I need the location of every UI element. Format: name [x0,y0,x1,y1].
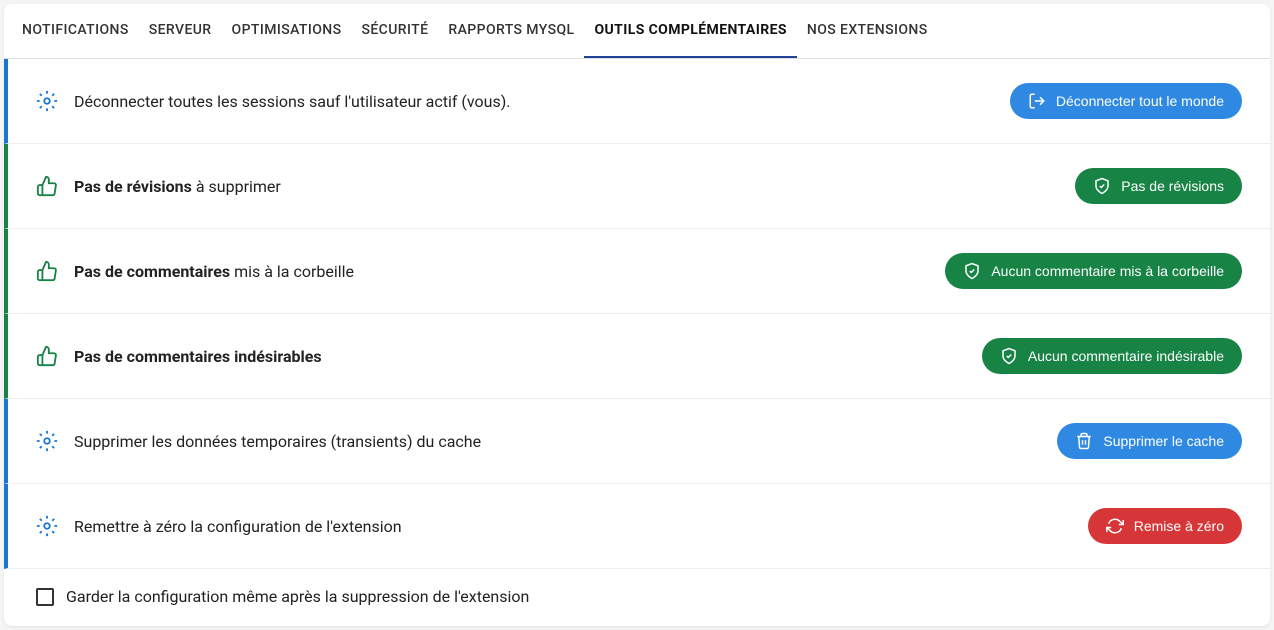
tab-notifications[interactable]: NOTIFICATIONS [12,4,139,58]
row-no-revisions: Pas de révisions à supprimer Pas de révi… [4,144,1270,229]
tabs-nav: NOTIFICATIONS SERVEUR OPTIMISATIONS SÉCU… [4,4,1270,59]
row-text: Déconnecter toutes les sessions sauf l'u… [74,92,1010,111]
button-label: Déconnecter tout le monde [1056,93,1224,109]
gear-icon [36,430,58,452]
tool-rows: Déconnecter toutes les sessions sauf l'u… [4,59,1270,626]
gear-icon [36,90,58,112]
row-no-trash-comments: Pas de commentaires mis à la corbeille A… [4,229,1270,314]
button-label: Aucun commentaire mis à la corbeille [991,263,1224,279]
button-label: Aucun commentaire indésirable [1028,348,1224,364]
row-no-spam-comments: Pas de commentaires indésirables Aucun c… [4,314,1270,399]
thumbs-up-icon [36,175,58,197]
row-text: Pas de révisions à supprimer [74,177,1075,196]
no-trash-comments-button[interactable]: Aucun commentaire mis à la corbeille [945,253,1242,289]
no-spam-comments-button[interactable]: Aucun commentaire indésirable [982,338,1242,374]
row-text-rest: mis à la corbeille [230,262,354,281]
row-clear-transients: Supprimer les données temporaires (trans… [4,399,1270,484]
thumbs-up-icon [36,260,58,282]
clear-cache-button[interactable]: Supprimer le cache [1057,423,1242,459]
disconnect-all-button[interactable]: Déconnecter tout le monde [1010,83,1242,119]
row-keep-config: Garder la configuration même après la su… [4,569,1270,626]
tab-securite[interactable]: SÉCURITÉ [351,4,438,58]
row-disconnect-sessions: Déconnecter toutes les sessions sauf l'u… [4,59,1270,144]
checkbox-wrap: Garder la configuration même après la su… [36,587,529,606]
gear-icon [36,515,58,537]
row-text: Pas de commentaires mis à la corbeille [74,262,945,281]
trash-icon [1075,432,1093,450]
thumbs-up-icon [36,345,58,367]
row-text: Pas de commentaires indésirables [74,347,982,366]
refresh-icon [1106,517,1124,535]
row-text-strong: Pas de commentaires [74,262,230,281]
row-text-rest: à supprimer [192,177,281,196]
row-text-strong: Pas de révisions [74,177,192,196]
settings-panel: NOTIFICATIONS SERVEUR OPTIMISATIONS SÉCU… [4,4,1270,626]
tab-optimisations[interactable]: OPTIMISATIONS [222,4,352,58]
tab-rapports-mysql[interactable]: RAPPORTS MYSQL [438,4,584,58]
row-text: Supprimer les données temporaires (trans… [74,432,1057,451]
keep-config-label[interactable]: Garder la configuration même après la su… [66,587,529,606]
shield-check-icon [1093,177,1111,195]
row-reset-config: Remettre à zéro la configuration de l'ex… [4,484,1270,569]
shield-check-icon [963,262,981,280]
no-revisions-button[interactable]: Pas de révisions [1075,168,1242,204]
row-text: Remettre à zéro la configuration de l'ex… [74,517,1088,536]
button-label: Supprimer le cache [1103,433,1224,449]
tab-outils-complementaires[interactable]: OUTILS COMPLÉMENTAIRES [584,4,796,58]
row-text-strong: Pas de commentaires indésirables [74,347,322,366]
tab-serveur[interactable]: SERVEUR [139,4,222,58]
keep-config-checkbox[interactable] [36,588,54,606]
shield-check-icon [1000,347,1018,365]
button-label: Remise à zéro [1134,518,1224,534]
reset-button[interactable]: Remise à zéro [1088,508,1242,544]
tab-nos-extensions[interactable]: NOS EXTENSIONS [797,4,938,58]
logout-icon [1028,92,1046,110]
button-label: Pas de révisions [1121,178,1224,194]
